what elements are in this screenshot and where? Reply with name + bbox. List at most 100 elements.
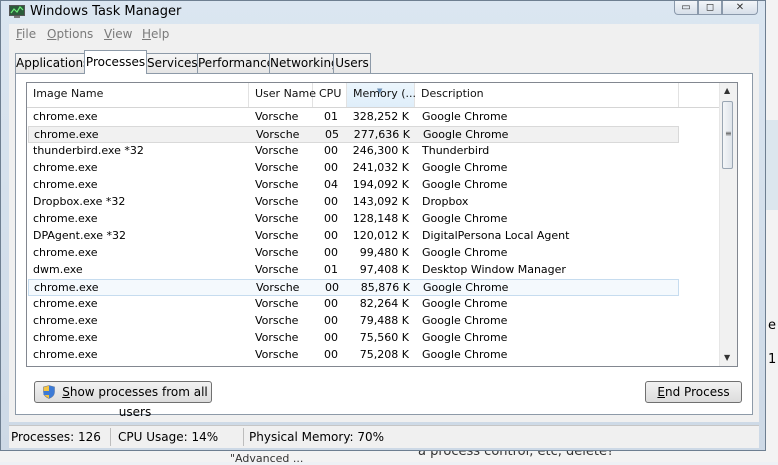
process-memory: 97,408 K [359, 263, 409, 276]
process-description: Google Chrome [422, 178, 508, 191]
title-bar[interactable]: Windows Task Manager ▭ ◻ ✕ [1, 1, 765, 23]
grip-icon: ≡ [725, 129, 732, 138]
process-row[interactable]: dwm.exe Vorsche 01 97,408 K Desktop Window M… [28, 262, 679, 279]
column-header-user-name[interactable]: User Name [249, 83, 316, 107]
column-header-memory[interactable]: ▼ Memory (... [347, 83, 417, 107]
background-strip [766, 120, 778, 210]
column-header-description[interactable]: Description [415, 83, 679, 107]
process-cpu: 00 [324, 348, 338, 361]
process-user: Vorsche [255, 331, 299, 344]
process-user: Vorsche [255, 110, 299, 123]
process-user: Vorsche [255, 246, 299, 259]
show-all-label: Show processes from all users [62, 385, 208, 419]
scroll-down-arrow-icon[interactable]: ▼ [724, 353, 730, 362]
process-user: Vorsche [255, 144, 299, 157]
window-title: Windows Task Manager [30, 4, 182, 19]
process-row[interactable]: chrome.exe Vorsche 04 194,092 K Google Chrom… [28, 177, 679, 194]
process-cpu: 00 [324, 195, 338, 208]
process-name: chrome.exe [33, 178, 98, 191]
process-cpu: 00 [324, 331, 338, 344]
process-name: chrome.exe [33, 246, 98, 259]
process-row[interactable]: chrome.exe Vorsche 01 328,252 K Google Chrom… [28, 109, 679, 126]
tab-users[interactable]: Users [333, 53, 371, 73]
sort-desc-icon: ▼ [377, 87, 383, 95]
process-description: Google Chrome [422, 331, 508, 344]
process-memory: 99,480 K [359, 246, 409, 259]
process-user: Vorsche [255, 314, 299, 327]
uac-shield-icon [43, 385, 55, 399]
process-memory: 85,876 K [360, 281, 410, 294]
process-memory: 328,252 K [352, 110, 409, 123]
process-user: Vorsche [255, 348, 299, 361]
close-button[interactable]: ✕ [722, 1, 758, 15]
tab-performance[interactable]: Performance [197, 53, 274, 73]
background-text: e [768, 318, 776, 333]
scrollbar-thumb[interactable]: ≡ [722, 101, 733, 169]
scroll-up-arrow-icon[interactable]: ▲ [724, 86, 730, 95]
process-row[interactable]: DPAgent.exe *32 Vorsche 00 120,012 K Digital… [28, 228, 679, 245]
process-row[interactable]: chrome.exe Vorsche 00 75,560 K Google Chrome [28, 330, 679, 347]
process-list[interactable]: Image Name User Name CPU ▼ Memory (... D… [26, 82, 738, 367]
show-all-processes-button[interactable]: Show processes from all users [34, 381, 212, 419]
process-description: Google Chrome [423, 281, 509, 294]
process-cpu: 00 [324, 212, 338, 225]
status-processes: Processes: 126 [11, 430, 101, 444]
column-header-cpu[interactable]: CPU [313, 83, 347, 107]
tab-processes[interactable]: Processes [84, 50, 147, 74]
process-description: Google Chrome [422, 246, 508, 259]
process-name: chrome.exe [33, 297, 98, 310]
process-user: Vorsche [255, 178, 299, 191]
process-cpu: 05 [325, 128, 339, 141]
process-row[interactable]: chrome.exe Vorsche 00 79,488 K Google Chrome [28, 313, 679, 330]
process-user: Vorsche [255, 212, 299, 225]
menu-help[interactable]: Help [142, 27, 169, 41]
process-user: Vorsche [255, 161, 299, 174]
process-cpu: 01 [324, 110, 338, 123]
tab-applications[interactable]: Applications [15, 53, 89, 73]
list-header: Image Name User Name CPU ▼ Memory (... D… [27, 83, 721, 108]
status-bar: Processes: 126 CPU Usage: 14% Physical M… [9, 425, 759, 448]
process-row[interactable]: thunderbird.exe *32 Vorsche 00 246,300 K Thu… [28, 143, 679, 160]
process-user: Vorsche [256, 281, 300, 294]
process-row[interactable]: chrome.exe Vorsche 00 99,480 K Google Chrome [28, 245, 679, 262]
process-memory: 128,148 K [352, 212, 409, 225]
end-process-label: End Process [657, 385, 730, 399]
status-physical-memory: Physical Memory: 70% [249, 430, 385, 444]
tab-services[interactable]: Services [146, 53, 198, 73]
process-cpu: 00 [324, 297, 338, 310]
vertical-scrollbar[interactable]: ▲ ≡ ▼ [719, 83, 737, 366]
minimize-button[interactable]: ▭ [674, 1, 698, 15]
menu-view[interactable]: View [104, 27, 132, 41]
maximize-button[interactable]: ◻ [698, 1, 722, 15]
process-row[interactable]: chrome.exe Vorsche 00 75,208 K Google Chrome [28, 347, 679, 364]
process-cpu: 00 [324, 229, 338, 242]
process-name: chrome.exe [34, 128, 99, 141]
process-row[interactable]: chrome.exe Vorsche 00 241,032 K Google Chrom… [28, 160, 679, 177]
process-row[interactable]: chrome.exe Vorsche 05 277,636 K Google Chrom… [28, 126, 679, 143]
column-header-memory-label: Memory (... [353, 87, 417, 100]
process-row[interactable]: chrome.exe Vorsche 00 128,148 K Google Chrom… [28, 211, 679, 228]
process-memory: 246,300 K [352, 144, 409, 157]
end-process-button[interactable]: End Process [645, 381, 742, 403]
process-memory: 82,264 K [359, 297, 409, 310]
process-name: thunderbird.exe *32 [33, 144, 144, 157]
process-name: chrome.exe [33, 110, 98, 123]
process-name: dwm.exe [33, 263, 83, 276]
process-cpu: 00 [325, 281, 339, 294]
status-separator [243, 428, 244, 446]
process-memory: 143,092 K [352, 195, 409, 208]
process-row[interactable]: chrome.exe Vorsche 00 85,876 K Google Chrome [28, 279, 679, 296]
menu-file[interactable]: File [16, 27, 36, 41]
menu-options[interactable]: Options [47, 27, 93, 41]
column-header-image-name[interactable]: Image Name [27, 83, 249, 107]
menu-bar: File Options View Help [9, 24, 759, 44]
process-memory: 75,208 K [359, 348, 409, 361]
process-cpu: 00 [324, 161, 338, 174]
process-row[interactable]: Dropbox.exe *32 Vorsche 00 143,092 K Dropbox [28, 194, 679, 211]
tab-networking[interactable]: Networking [269, 53, 339, 73]
process-memory: 75,560 K [359, 331, 409, 344]
background-text: 1 [768, 352, 777, 367]
background-text: "Advanced ... [230, 452, 304, 465]
process-description: Dropbox [422, 195, 469, 208]
process-row[interactable]: chrome.exe Vorsche 00 82,264 K Google Chrome [28, 296, 679, 313]
